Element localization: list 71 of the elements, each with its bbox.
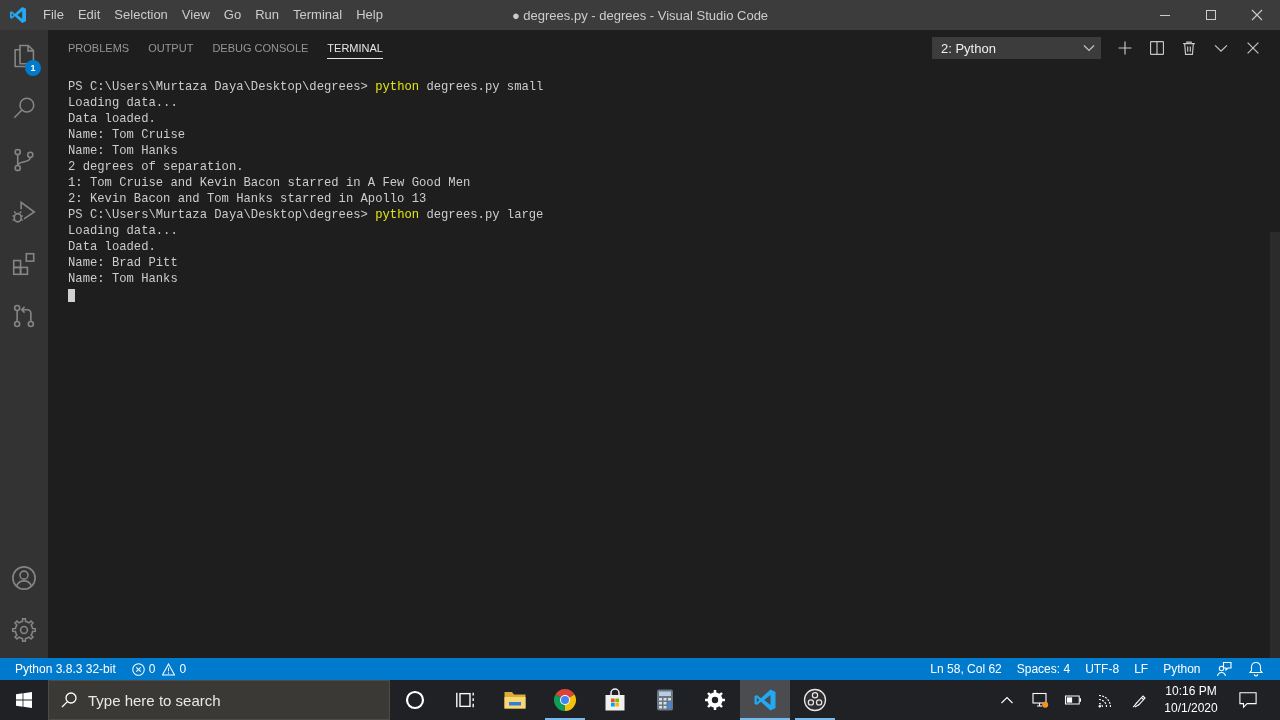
search-icon [61, 692, 77, 708]
close-icon[interactable] [1252, 10, 1262, 20]
feedback-icon[interactable] [1216, 661, 1232, 677]
browser-logo-icon [553, 688, 577, 712]
battery-icon[interactable] [1064, 692, 1081, 708]
status-bar-item[interactable]: LF [1126, 658, 1156, 680]
status-bar-item[interactable]: UTF-8 [1077, 658, 1127, 680]
account-icon[interactable] [12, 566, 36, 590]
scrollbar-thumb[interactable] [1270, 232, 1280, 658]
terminal-command-line: PS C:\Users\Murtaza Daya\Desktop\degrees> python degrees.py large [68, 207, 544, 223]
terminal-command-line: PS C:\Users\Murtaza Daya\Desktop\degrees> python degrees.py small [68, 79, 544, 95]
settings-icon [703, 688, 727, 712]
monitor-alert-icon[interactable] [1031, 692, 1048, 708]
search-icon[interactable] [12, 96, 36, 120]
menu-item[interactable]: View [174, 5, 217, 25]
terminal-select[interactable]: 2: Python [932, 37, 1101, 59]
terminal-output-line: 2: Kevin Bacon and Tom Hanks starred in Apollo 13 [68, 191, 427, 207]
count-badge: 1 [25, 60, 41, 76]
terminal-output-line: 2 degrees of separation. [68, 159, 244, 175]
menu-item[interactable]: Edit [70, 5, 108, 25]
terminal-output-line: Name: Brad Pitt [68, 255, 178, 271]
play-bug-icon[interactable] [12, 200, 36, 224]
maximize-icon[interactable] [1206, 10, 1216, 20]
status-bar-item[interactable]: Spaces: 4 [1009, 658, 1078, 680]
status-bar-item[interactable]: Python 3.8.3 32-bit [10, 658, 121, 680]
panel-tab[interactable]: OUTPUT [148, 37, 194, 59]
split-icon[interactable] [1150, 41, 1164, 55]
terminal-output-line: Data loaded. [68, 111, 156, 127]
clock-time[interactable]: 10:16 PM [1165, 683, 1217, 700]
status-bar-item[interactable]: Python [1155, 658, 1208, 680]
menu-item[interactable]: Terminal [286, 5, 350, 25]
problems-status-button[interactable]: 0 0 [126, 658, 192, 680]
bell-icon[interactable] [1248, 661, 1264, 677]
chevron-down-icon[interactable] [1083, 42, 1095, 54]
menu-item[interactable]: Selection [107, 5, 175, 25]
shopping-bag-icon [603, 688, 627, 712]
blocks-icon[interactable] [12, 252, 36, 276]
settings-icon[interactable] [12, 618, 36, 642]
code-editor-logo-icon [753, 688, 777, 712]
terminal-output-line: Name: Tom Cruise [68, 127, 186, 143]
menu-item[interactable]: File [36, 5, 71, 25]
round-logo-icon [803, 688, 827, 712]
app-logo-icon [10, 7, 26, 23]
pull-request-icon[interactable] [12, 304, 36, 328]
terminal-output-line: 1: Tom Cruise and Kevin Bacon starred in A Few Good Men [68, 175, 471, 191]
terminal-output-line: Loading data... [68, 223, 178, 239]
panel-tab[interactable]: DEBUG CONSOLE [212, 37, 309, 59]
close-icon[interactable] [1246, 41, 1260, 55]
terminal-output-line: Name: Tom Hanks [68, 271, 178, 287]
start-icon[interactable] [16, 692, 32, 708]
ring-icon[interactable] [405, 690, 425, 710]
clock-date[interactable]: 10/1/2020 [1164, 700, 1218, 717]
notification-icon[interactable] [1239, 691, 1257, 709]
terminal-output-line: Loading data... [68, 95, 178, 111]
window-title: ● degrees.py - degrees - Visual Studio Code [511, 7, 769, 23]
panel-tab[interactable]: PROBLEMS [68, 37, 130, 59]
menu-item[interactable]: Run [248, 5, 286, 25]
plus-icon[interactable] [1118, 41, 1132, 55]
warning-icon [162, 662, 176, 676]
terminal-output-line: Data loaded. [68, 239, 156, 255]
error-icon [131, 662, 145, 676]
branch-icon[interactable] [12, 148, 36, 172]
terminal-output-line: Name: Tom Hanks [68, 143, 178, 159]
menu-item[interactable]: Help [349, 5, 390, 25]
search-field[interactable]: Type here to search [48, 680, 390, 720]
menu-item[interactable]: Go [216, 5, 249, 25]
wifi-icon[interactable] [1097, 692, 1114, 708]
trash-icon[interactable] [1182, 41, 1196, 55]
task-view-icon[interactable] [455, 690, 475, 710]
status-bar-item[interactable]: Ln 58, Col 62 [922, 658, 1010, 680]
panel-tab[interactable]: TERMINAL [327, 37, 383, 59]
